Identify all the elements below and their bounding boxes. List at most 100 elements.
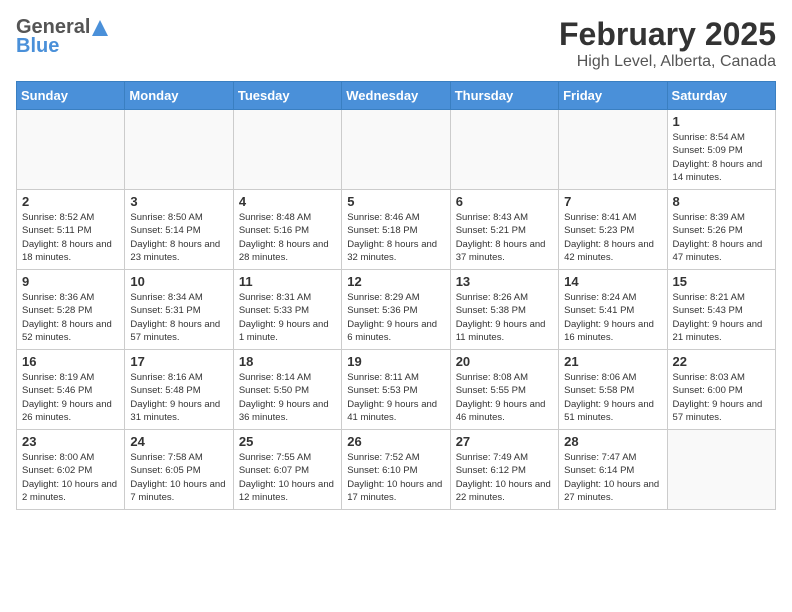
day-cell: 13Sunrise: 8:26 AM Sunset: 5:38 PM Dayli…: [450, 270, 558, 350]
col-header-thursday: Thursday: [450, 82, 558, 110]
day-info: Sunrise: 8:48 AM Sunset: 5:16 PM Dayligh…: [239, 211, 336, 264]
day-cell: 5 Sunrise: 8:46 AM Sunset: 5:18 PM Daylig…: [342, 190, 450, 270]
day-cell: 11 Sunrise: 8:31 AM Sunset: 5:33 PM Dayli…: [233, 270, 341, 350]
day-cell: 12 Sunrise: 8:29 AM Sunset: 5:36 PM Dayli…: [342, 270, 450, 350]
day-cell: 26 Sunrise: 7:52 AM Sunset: 6:10 PM Dayli…: [342, 430, 450, 510]
day-info: Sunrise: 8:50 AM Sunset: 5:14 PM Dayligh…: [130, 211, 227, 264]
day-info: Sunrise: 8:31 AM Sunset: 5:33 PM Dayligh…: [239, 291, 336, 344]
day-info: Sunrise: 7:52 AM Sunset: 6:10 PM Dayligh…: [347, 451, 444, 504]
day-cell: 20 Sunrise: 8:08 AM Sunset: 5:55 PM Dayli…: [450, 350, 558, 430]
day-cell: 25Sunrise: 7:55 AM Sunset: 6:07 PM Dayli…: [233, 430, 341, 510]
day-cell: 2 Sunrise: 8:52 AM Sunset: 5:11 PM Daylig…: [17, 190, 125, 270]
day-info: Sunrise: 8:06 AM Sunset: 5:58 PM Dayligh…: [564, 371, 661, 424]
day-number: 14: [564, 274, 661, 289]
location-title: High Level, Alberta, Canada: [559, 53, 776, 71]
day-number: 6: [456, 194, 553, 209]
day-info: Sunrise: 8:29 AM Sunset: 5:36 PM Dayligh…: [347, 291, 444, 344]
week-row-4: 23 Sunrise: 8:00 AM Sunset: 6:02 PM Dayli…: [17, 430, 776, 510]
col-header-friday: Friday: [559, 82, 667, 110]
day-cell: [125, 110, 233, 190]
day-info: Sunrise: 8:54 AM Sunset: 5:09 PM Dayligh…: [673, 131, 770, 184]
day-number: 17: [130, 354, 227, 369]
day-cell: 28 Sunrise: 7:47 AM Sunset: 6:14 PM Dayli…: [559, 430, 667, 510]
day-info: Sunrise: 8:52 AM Sunset: 5:11 PM Dayligh…: [22, 211, 119, 264]
day-number: 24: [130, 434, 227, 449]
day-cell: 22 Sunrise: 8:03 AM Sunset: 6:00 PM Dayli…: [667, 350, 775, 430]
day-info: Sunrise: 8:39 AM Sunset: 5:26 PM Dayligh…: [673, 211, 770, 264]
col-header-wednesday: Wednesday: [342, 82, 450, 110]
day-cell: 4 Sunrise: 8:48 AM Sunset: 5:16 PM Daylig…: [233, 190, 341, 270]
day-cell: 24 Sunrise: 7:58 AM Sunset: 6:05 PM Dayli…: [125, 430, 233, 510]
day-info: Sunrise: 8:46 AM Sunset: 5:18 PM Dayligh…: [347, 211, 444, 264]
day-number: 13: [456, 274, 553, 289]
day-number: 10: [130, 274, 227, 289]
title-area: February 2025 High Level, Alberta, Canad…: [559, 16, 776, 71]
day-cell: [17, 110, 125, 190]
day-cell: 10 Sunrise: 8:34 AM Sunset: 5:31 PM Dayli…: [125, 270, 233, 350]
day-number: 27: [456, 434, 553, 449]
day-info: Sunrise: 8:34 AM Sunset: 5:31 PM Dayligh…: [130, 291, 227, 344]
day-number: 22: [673, 354, 770, 369]
day-info: Sunrise: 8:41 AM Sunset: 5:23 PM Dayligh…: [564, 211, 661, 264]
day-number: 16: [22, 354, 119, 369]
day-cell: 7 Sunrise: 8:41 AM Sunset: 5:23 PM Daylig…: [559, 190, 667, 270]
day-cell: 9 Sunrise: 8:36 AM Sunset: 5:28 PM Daylig…: [17, 270, 125, 350]
logo-triangle-icon: [91, 19, 109, 37]
day-number: 7: [564, 194, 661, 209]
day-number: 21: [564, 354, 661, 369]
day-cell: 1 Sunrise: 8:54 AM Sunset: 5:09 PM Daylig…: [667, 110, 775, 190]
day-info: Sunrise: 8:08 AM Sunset: 5:55 PM Dayligh…: [456, 371, 553, 424]
week-row-0: 1 Sunrise: 8:54 AM Sunset: 5:09 PM Daylig…: [17, 110, 776, 190]
calendar-table: SundayMondayTuesdayWednesdayThursdayFrid…: [16, 81, 776, 510]
col-header-monday: Monday: [125, 82, 233, 110]
day-number: 23: [22, 434, 119, 449]
day-info: Sunrise: 7:58 AM Sunset: 6:05 PM Dayligh…: [130, 451, 227, 504]
col-header-sunday: Sunday: [17, 82, 125, 110]
day-info: Sunrise: 8:24 AM Sunset: 5:41 PM Dayligh…: [564, 291, 661, 344]
day-cell: 17 Sunrise: 8:16 AM Sunset: 5:48 PM Dayli…: [125, 350, 233, 430]
day-number: 2: [22, 194, 119, 209]
day-number: 1: [673, 114, 770, 129]
day-cell: [233, 110, 341, 190]
day-cell: 19 Sunrise: 8:11 AM Sunset: 5:53 PM Dayli…: [342, 350, 450, 430]
day-cell: 16 Sunrise: 8:19 AM Sunset: 5:46 PM Dayli…: [17, 350, 125, 430]
logo: General Blue: [16, 16, 110, 58]
day-info: Sunrise: 8:14 AM Sunset: 5:50 PM Dayligh…: [239, 371, 336, 424]
day-number: 19: [347, 354, 444, 369]
logo-blue-text: Blue: [16, 35, 59, 58]
day-number: 15: [673, 274, 770, 289]
header: General Blue February 2025 High Level, A…: [16, 16, 776, 71]
day-cell: 18 Sunrise: 8:14 AM Sunset: 5:50 PM Dayli…: [233, 350, 341, 430]
day-info: Sunrise: 8:43 AM Sunset: 5:21 PM Dayligh…: [456, 211, 553, 264]
day-info: Sunrise: 8:03 AM Sunset: 6:00 PM Dayligh…: [673, 371, 770, 424]
day-info: Sunrise: 8:11 AM Sunset: 5:53 PM Dayligh…: [347, 371, 444, 424]
day-cell: 6 Sunrise: 8:43 AM Sunset: 5:21 PM Daylig…: [450, 190, 558, 270]
day-info: Sunrise: 8:36 AM Sunset: 5:28 PM Dayligh…: [22, 291, 119, 344]
day-info: Sunrise: 8:21 AM Sunset: 5:43 PM Dayligh…: [673, 291, 770, 344]
day-info: Sunrise: 7:55 AM Sunset: 6:07 PM Dayligh…: [239, 451, 336, 504]
day-cell: [667, 430, 775, 510]
day-number: 26: [347, 434, 444, 449]
day-cell: [559, 110, 667, 190]
day-number: 20: [456, 354, 553, 369]
day-number: 5: [347, 194, 444, 209]
day-cell: 14 Sunrise: 8:24 AM Sunset: 5:41 PM Dayli…: [559, 270, 667, 350]
day-cell: 15 Sunrise: 8:21 AM Sunset: 5:43 PM Dayli…: [667, 270, 775, 350]
day-info: Sunrise: 8:00 AM Sunset: 6:02 PM Dayligh…: [22, 451, 119, 504]
day-number: 11: [239, 274, 336, 289]
day-number: 4: [239, 194, 336, 209]
day-number: 28: [564, 434, 661, 449]
day-info: Sunrise: 7:49 AM Sunset: 6:12 PM Dayligh…: [456, 451, 553, 504]
day-info: Sunrise: 7:47 AM Sunset: 6:14 PM Dayligh…: [564, 451, 661, 504]
col-header-tuesday: Tuesday: [233, 82, 341, 110]
day-cell: [450, 110, 558, 190]
day-cell: 21 Sunrise: 8:06 AM Sunset: 5:58 PM Dayli…: [559, 350, 667, 430]
day-number: 18: [239, 354, 336, 369]
day-info: Sunrise: 8:16 AM Sunset: 5:48 PM Dayligh…: [130, 371, 227, 424]
day-number: 9: [22, 274, 119, 289]
day-cell: 8Sunrise: 8:39 AM Sunset: 5:26 PM Daylig…: [667, 190, 775, 270]
day-number: 12: [347, 274, 444, 289]
day-info: Sunrise: 8:19 AM Sunset: 5:46 PM Dayligh…: [22, 371, 119, 424]
day-cell: 23 Sunrise: 8:00 AM Sunset: 6:02 PM Dayli…: [17, 430, 125, 510]
day-cell: 27 Sunrise: 7:49 AM Sunset: 6:12 PM Dayli…: [450, 430, 558, 510]
